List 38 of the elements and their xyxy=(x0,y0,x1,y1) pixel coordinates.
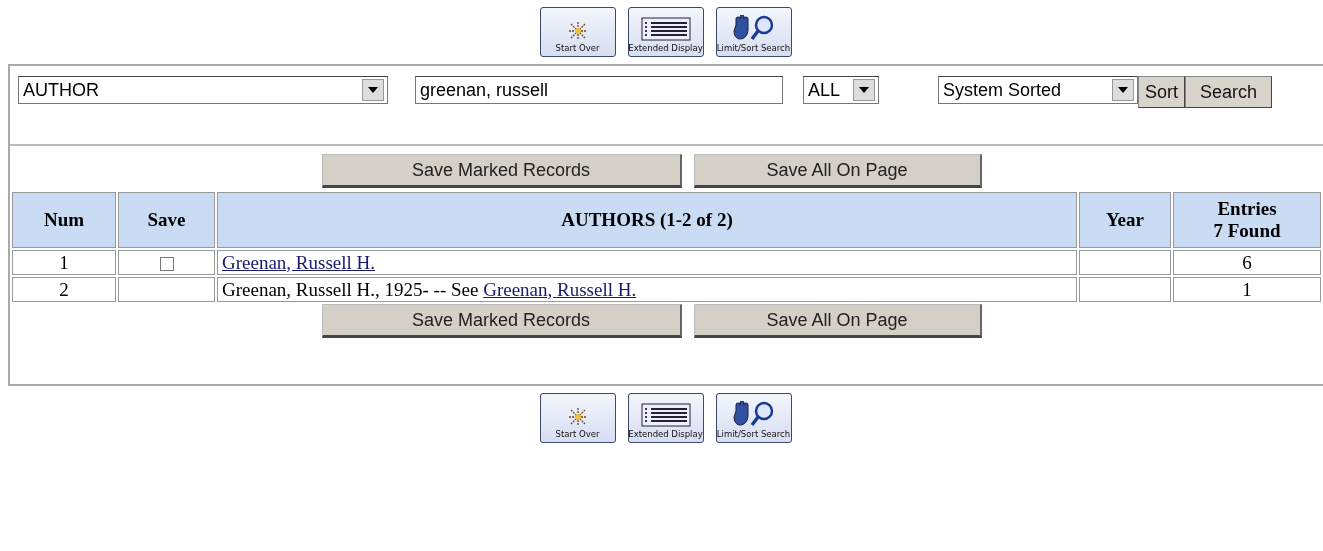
caret-icon xyxy=(1118,87,1128,93)
column-header: Year xyxy=(1079,192,1171,248)
index-dropdown[interactable]: AUTHOR xyxy=(18,76,388,104)
toolbar-button[interactable]: Extended Display xyxy=(627,7,704,57)
caret-icon xyxy=(368,87,378,93)
hand-magnifier-icon xyxy=(731,15,776,41)
table-cell: 1 xyxy=(12,250,116,275)
author-link[interactable]: Greenan, Russell H. xyxy=(222,251,376,273)
list-icon xyxy=(640,17,691,41)
table-cell: 6 xyxy=(1173,250,1321,275)
toolbar-button[interactable]: Limit/Sort Search xyxy=(715,393,792,443)
save-all-button[interactable]: Save All On Page xyxy=(693,304,982,338)
author-see-text: Greenan, Russell H., 1925- -- See xyxy=(222,278,479,300)
toolbar-button[interactable]: Start Over xyxy=(539,393,616,443)
save-marked-button[interactable]: Save Marked Records xyxy=(321,154,682,188)
toolbar-button[interactable]: Extended Display xyxy=(627,393,704,443)
list-icon xyxy=(640,403,691,427)
asterisk-icon xyxy=(567,21,588,41)
column-header: Num xyxy=(12,192,116,248)
save-all-button[interactable]: Save All On Page xyxy=(693,154,982,188)
search-button[interactable]: Search xyxy=(1185,76,1273,108)
sort-dropdown[interactable]: System Sorted xyxy=(938,76,1138,104)
caret-icon xyxy=(859,87,869,93)
save-checkbox[interactable] xyxy=(159,257,174,272)
toolbar-button[interactable]: Limit/Sort Search xyxy=(715,7,792,57)
hand-magnifier-icon xyxy=(731,401,776,427)
toolbar-button[interactable]: Start Over xyxy=(539,7,616,57)
scope-dropdown[interactable]: ALL xyxy=(803,76,879,104)
column-header: AUTHORS (1-2 of 2) xyxy=(217,192,1077,248)
asterisk-icon xyxy=(567,407,588,427)
search-field[interactable]: greenan, russell xyxy=(415,76,783,104)
save-marked-button[interactable]: Save Marked Records xyxy=(321,304,682,338)
table-cell: 1 xyxy=(1173,277,1321,302)
column-header: Save xyxy=(118,192,215,248)
table-cell: 2 xyxy=(12,277,116,302)
sort-button[interactable]: Sort xyxy=(1138,76,1185,108)
column-header: Entries 7 Found xyxy=(1173,192,1321,248)
author-link[interactable]: Greenan, Russell H. xyxy=(483,278,637,300)
